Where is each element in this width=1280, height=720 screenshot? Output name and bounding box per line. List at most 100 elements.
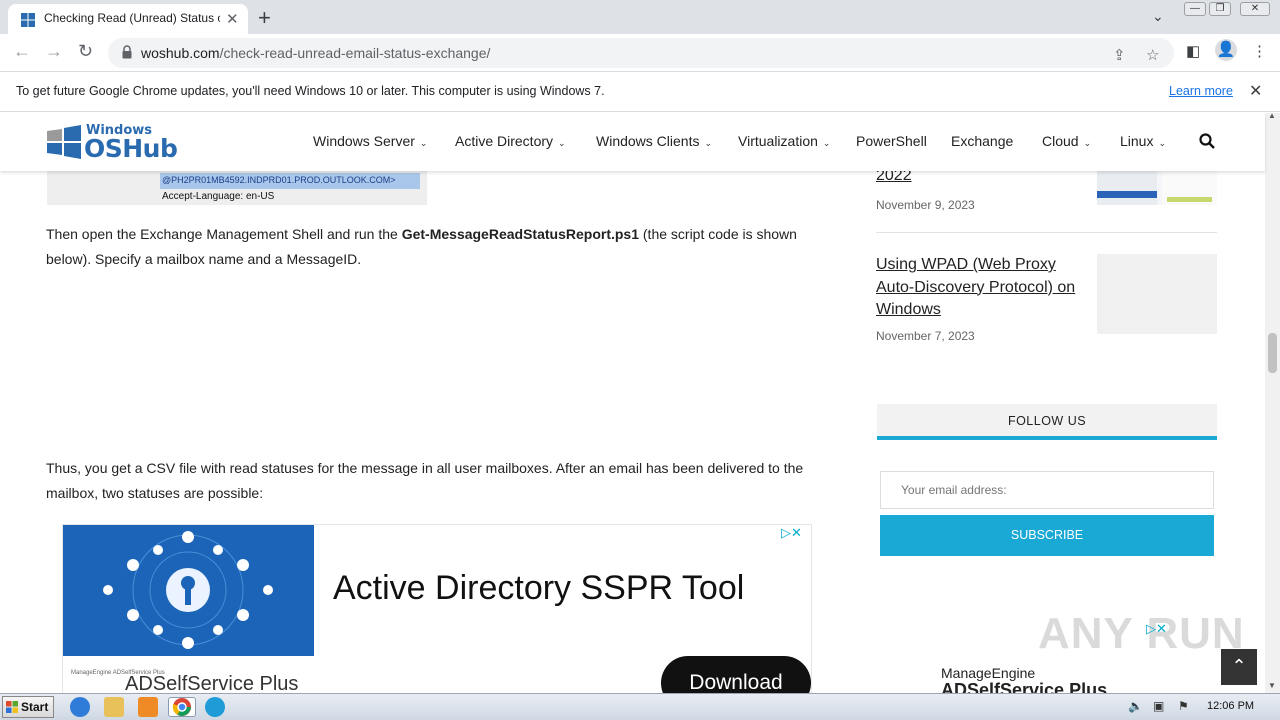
browser-tab-strip: Checking Read (Unread) Status of E ✕ + ⌄… xyxy=(0,0,1280,34)
start-label: Start xyxy=(21,700,49,714)
page-scrollbar[interactable]: ▲ ▼ xyxy=(1265,111,1280,693)
sidebar-ad-product: ADSelfService Plus xyxy=(941,680,1108,693)
browser-toolbar: ← → ↻ woshub.com/check-read-unread-email… xyxy=(0,34,1280,72)
browser-tab[interactable]: Checking Read (Unread) Status of E ✕ xyxy=(8,4,248,34)
scroll-up-icon[interactable]: ▲ xyxy=(1268,111,1276,120)
url-text: woshub.com/check-read-unread-email-statu… xyxy=(141,45,490,61)
menu-windows-server[interactable]: Windows Server ⌄ xyxy=(313,133,427,149)
windows-taskbar: Start 🔈 ▣ ⚑ 12:06 PM xyxy=(0,693,1280,720)
menu-linux[interactable]: Linux ⌄ xyxy=(1120,133,1166,149)
sidebar-post-title[interactable]: 2022 xyxy=(876,171,912,185)
paragraph-text: Then open the Exchange Management Shell … xyxy=(46,226,402,242)
post-thumbnail[interactable] xyxy=(1097,254,1217,334)
chrome-icon xyxy=(172,698,191,716)
chevron-down-icon: ⌄ xyxy=(704,138,713,148)
file-explorer-icon[interactable] xyxy=(104,697,124,717)
menu-virtualization[interactable]: Virtualization ⌄ xyxy=(738,133,830,149)
chrome-taskbar-button[interactable] xyxy=(168,697,196,717)
menu-cloud[interactable]: Cloud ⌄ xyxy=(1042,133,1091,149)
forward-icon[interactable]: → xyxy=(45,41,63,62)
minimize-window-icon[interactable]: — xyxy=(1184,2,1206,16)
reload-icon[interactable]: ↻ xyxy=(78,41,93,62)
infobar-message: To get future Google Chrome updates, you… xyxy=(16,84,605,98)
email-header-screenshot: @PH2PR01MB4592.INDPRD01.PROD.OUTLOOK.COM… xyxy=(47,171,427,205)
address-bar[interactable]: woshub.com/check-read-unread-email-statu… xyxy=(108,38,1174,68)
chevron-down-icon: ⌄ xyxy=(419,138,428,148)
profile-avatar-icon[interactable]: 👤 xyxy=(1215,39,1237,61)
back-icon[interactable]: ← xyxy=(13,41,31,62)
advertisement[interactable]: Active Directory SSPR Tool ManageEngine … xyxy=(62,524,812,693)
menu-powershell[interactable]: PowerShell xyxy=(856,133,927,149)
url-path: /check-read-unread-email-status-exchange… xyxy=(219,45,491,61)
side-panel-icon[interactable]: ◧ xyxy=(1186,42,1200,60)
windows-flag-icon xyxy=(6,701,18,713)
media-player-icon[interactable] xyxy=(138,697,158,717)
windows-logo-icon xyxy=(21,13,35,27)
ad-brand-name: ADSelfService Plus xyxy=(125,673,299,693)
follow-us-label: FOLLOW US xyxy=(1007,414,1087,428)
divider xyxy=(876,232,1217,233)
menu-label: PowerShell xyxy=(856,133,927,149)
share-icon[interactable]: ⇪ xyxy=(1113,46,1126,64)
volume-icon[interactable]: 🔈 xyxy=(1128,699,1143,713)
screenshot-line: @PH2PR01MB4592.INDPRD01.PROD.OUTLOOK.COM… xyxy=(162,175,396,185)
chevron-down-icon: ⌄ xyxy=(1158,138,1167,148)
tab-search-chevron-icon[interactable]: ⌄ xyxy=(1152,8,1164,25)
infobar-close-icon[interactable]: ✕ xyxy=(1249,81,1262,101)
page-content: @PH2PR01MB4592.INDPRD01.PROD.OUTLOOK.COM… xyxy=(0,171,1265,693)
subscribe-button[interactable]: SUBSCRIBE xyxy=(880,515,1214,556)
adchoices-icon[interactable]: ▷✕ xyxy=(1146,621,1167,637)
edge-icon[interactable] xyxy=(205,697,225,717)
restore-window-icon[interactable]: ❐ xyxy=(1209,2,1231,16)
email-field[interactable] xyxy=(880,471,1214,509)
internet-explorer-icon[interactable] xyxy=(70,697,90,717)
menu-label: Virtualization xyxy=(738,133,818,149)
url-host: woshub.com xyxy=(141,45,220,61)
bookmark-star-icon[interactable]: ☆ xyxy=(1146,46,1159,64)
lock-icon xyxy=(122,45,132,59)
menu-kebab-icon[interactable]: ⋮ xyxy=(1252,42,1267,60)
back-to-top-button[interactable]: ⌃ xyxy=(1221,649,1257,685)
ad-headline: Active Directory SSPR Tool xyxy=(333,569,745,607)
ad-key-graphic xyxy=(63,525,314,656)
adchoices-icon[interactable]: ▷✕ xyxy=(781,525,802,541)
menu-label: Cloud xyxy=(1042,133,1079,149)
learn-more-link[interactable]: Learn more xyxy=(1169,84,1233,98)
logo-text-oshub: OSHub xyxy=(84,134,178,163)
windows-logo-icon[interactable] xyxy=(47,125,81,159)
start-button[interactable]: Start xyxy=(2,696,54,718)
screenshot-line: Accept-Language: en-US xyxy=(162,191,275,202)
sidebar-post-title[interactable]: Using WPAD (Web Proxy Auto-Discovery Pro… xyxy=(876,254,1086,322)
post-thumbnail[interactable] xyxy=(1097,171,1217,205)
new-tab-icon[interactable]: + xyxy=(258,5,271,31)
sidebar-ad-brand: ManageEngine xyxy=(941,665,1036,681)
article-paragraph: Thus, you get a CSV file with read statu… xyxy=(46,460,804,501)
menu-label: Windows Server xyxy=(313,133,415,149)
script-name: Get-MessageReadStatusReport.ps1 xyxy=(401,226,639,242)
menu-active-directory[interactable]: Active Directory ⌄ xyxy=(455,133,566,149)
menu-label: Exchange xyxy=(951,133,1014,149)
anyrun-watermark: ANY RUN xyxy=(1038,609,1245,658)
scroll-down-icon[interactable]: ▼ xyxy=(1268,681,1276,690)
tab-close-icon[interactable]: ✕ xyxy=(226,10,239,28)
network-icon[interactable]: ▣ xyxy=(1153,699,1164,713)
chevron-down-icon: ⌄ xyxy=(822,138,831,148)
menu-windows-clients[interactable]: Windows Clients ⌄ xyxy=(596,133,712,149)
menu-label: Active Directory xyxy=(455,133,554,149)
search-icon[interactable] xyxy=(1199,133,1215,149)
follow-us-header: FOLLOW US xyxy=(877,404,1217,440)
taskbar-clock[interactable]: 12:06 PM xyxy=(1207,700,1254,712)
site-header: Windows OSHub Windows Server ⌄ Active Dir… xyxy=(0,113,1265,171)
menu-exchange[interactable]: Exchange xyxy=(951,133,1013,149)
scrollbar-thumb[interactable] xyxy=(1268,333,1277,373)
chevron-down-icon: ⌄ xyxy=(558,138,566,148)
menu-label: Linux xyxy=(1120,133,1154,149)
close-window-icon[interactable]: ✕ xyxy=(1240,2,1270,16)
sidebar-post-date: November 7, 2023 xyxy=(876,329,975,343)
server-features-thumbnail xyxy=(1097,171,1217,205)
ad-download-button[interactable]: Download xyxy=(661,656,811,693)
action-center-flag-icon[interactable]: ⚑ xyxy=(1178,699,1189,713)
tab-title: Checking Read (Unread) Status of E xyxy=(44,11,220,25)
menu-label: Windows Clients xyxy=(596,133,700,149)
chevron-down-icon: ⌄ xyxy=(1083,138,1092,148)
